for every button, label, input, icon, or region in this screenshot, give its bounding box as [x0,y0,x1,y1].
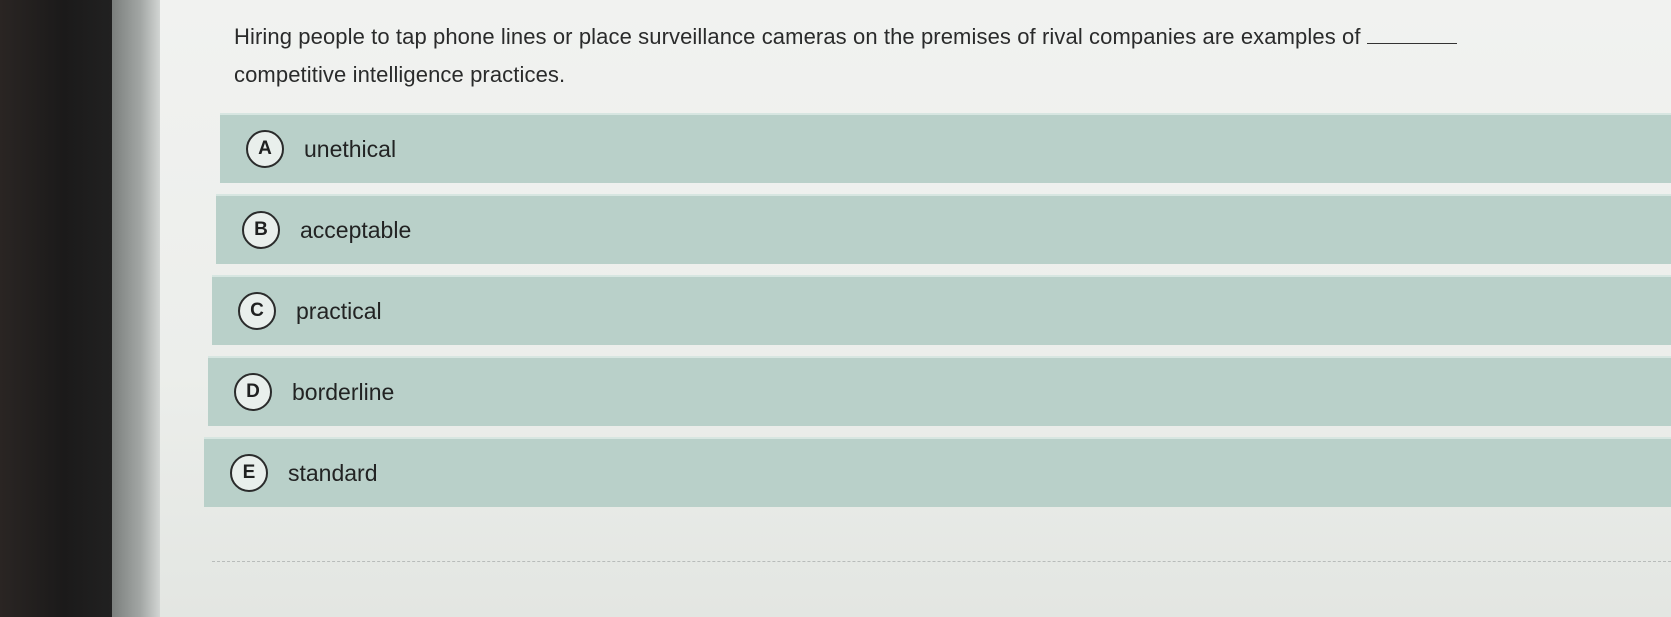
option-b[interactable]: B acceptable [216,194,1671,264]
option-label: standard [288,459,378,486]
quiz-screen: Hiring people to tap phone lines or plac… [112,0,1671,617]
section-divider [212,561,1671,562]
question-text: Hiring people to tap phone lines or plac… [234,24,1361,49]
option-label: unethical [304,135,397,162]
option-letter-badge: C [238,292,276,330]
option-letter-badge: A [246,130,284,168]
option-label: borderline [292,378,395,405]
option-d[interactable]: D borderline [208,356,1671,426]
option-c[interactable]: C practical [212,275,1671,345]
option-a[interactable]: A unethical [220,113,1671,183]
option-label: acceptable [300,216,412,243]
option-e[interactable]: E standard [204,437,1671,507]
option-letter-badge: D [234,373,272,411]
option-label: practical [296,297,382,324]
question-continuation: competitive intelligence practices. [234,62,566,87]
option-letter-badge: B [242,211,280,249]
question-prompt: Hiring people to tap phone lines or plac… [234,18,1671,94]
left-side-panel [112,0,160,617]
answer-blank [1366,43,1457,44]
option-letter-badge: E [230,454,268,492]
